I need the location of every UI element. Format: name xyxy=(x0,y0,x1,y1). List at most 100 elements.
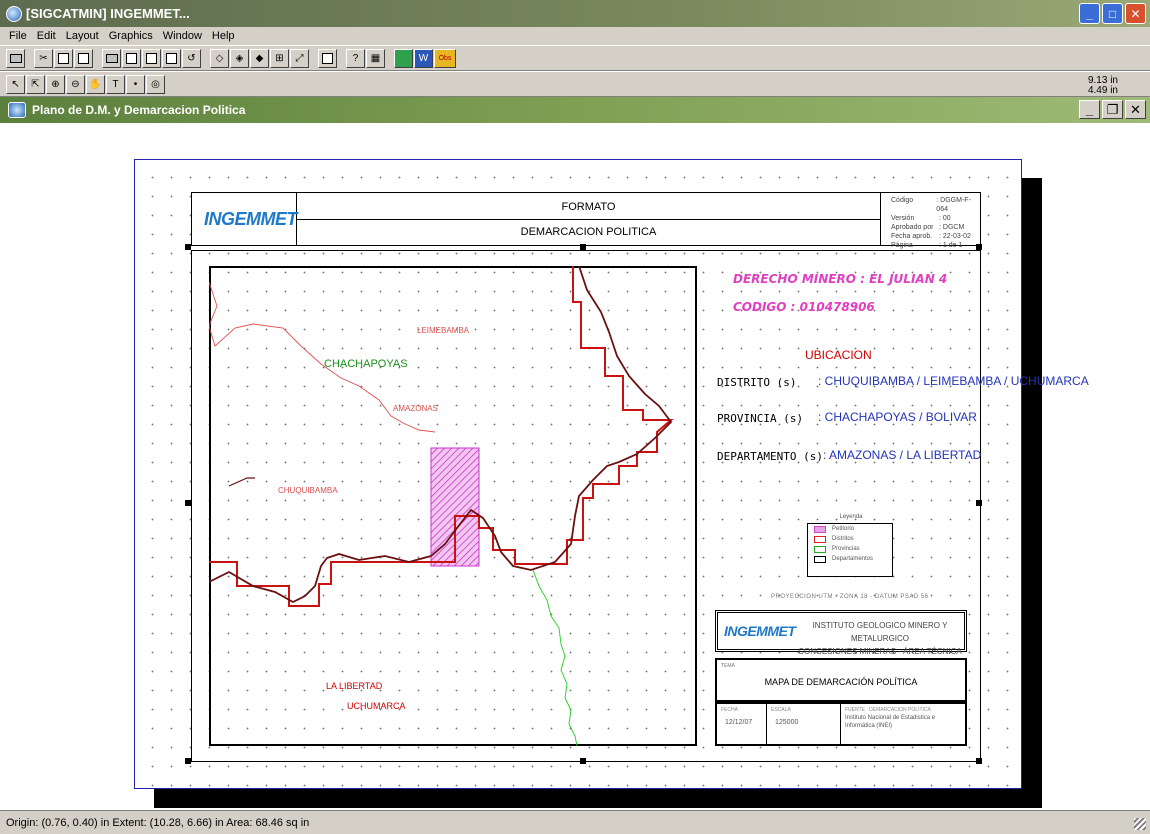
point-tool-icon[interactable]: • xyxy=(126,74,145,94)
fecha-label: FECHA xyxy=(721,707,738,713)
province-boundary-green xyxy=(532,569,578,746)
send-back-icon[interactable] xyxy=(162,48,181,68)
map-title-box[interactable]: TEMA MAPA DE DEMARCACIÓN POLÍTICA xyxy=(715,658,967,702)
selection-handle[interactable] xyxy=(976,244,982,250)
codigo-title: CODIGO : 010478906 xyxy=(733,300,875,314)
bring-front-icon[interactable] xyxy=(142,48,161,68)
polygon-icon[interactable]: ◇ xyxy=(210,48,229,68)
excel-icon[interactable] xyxy=(394,48,413,68)
identify-icon[interactable]: ◎ xyxy=(146,74,165,94)
distrito-label: DISTRITO (s) xyxy=(717,376,797,389)
layout-workspace[interactable]: INGEMMET FORMATO DEMARCACION POLITICA Có… xyxy=(0,123,1150,810)
select-arrow-icon[interactable]: ↖ xyxy=(6,74,25,94)
header-formato: FORMATO xyxy=(561,201,616,213)
word-icon[interactable]: W xyxy=(414,48,433,68)
child-window-title: Plano de D.M. y Demarcacion Politica xyxy=(32,103,246,117)
zoom-out-icon[interactable]: ⊖ xyxy=(66,74,85,94)
close-button[interactable]: ✕ xyxy=(1125,3,1146,24)
legend-item: Petitorio xyxy=(832,526,855,532)
map-window-icon xyxy=(8,102,26,118)
frame-icon[interactable] xyxy=(122,48,141,68)
obs-icon[interactable]: Obs xyxy=(434,48,456,68)
copy-icon[interactable] xyxy=(54,48,73,68)
map-legend[interactable]: Leyenda Petitorio Distritos Provincias D… xyxy=(807,514,893,577)
layout-icon[interactable] xyxy=(102,48,121,68)
polygon-edit-icon[interactable]: ◈ xyxy=(230,48,249,68)
save-icon[interactable] xyxy=(6,48,25,68)
fecha-value: 12/12/07 xyxy=(725,719,753,726)
selection-handle[interactable] xyxy=(580,244,586,250)
place-la-libertad: LA LIBERTAD xyxy=(326,681,383,691)
escala-label: ESCALA xyxy=(771,707,791,713)
menu-bar: File Edit Layout Graphics Window Help xyxy=(0,27,1150,45)
selection-handle[interactable] xyxy=(580,758,586,764)
menu-edit[interactable]: Edit xyxy=(32,30,61,42)
departamento-value: : AMAZONAS / LA LIBERTAD xyxy=(823,448,982,462)
departamento-label: DEPARTAMENTO (s) xyxy=(717,450,823,463)
place-uchumarca: UCHUMARCA xyxy=(347,701,406,711)
vertex-arrow-icon[interactable]: ⇱ xyxy=(26,74,45,94)
pan-hand-icon[interactable]: ✋ xyxy=(86,74,105,94)
menu-window[interactable]: Window xyxy=(158,30,207,42)
legend-item: Distritos xyxy=(832,536,854,542)
institute-box[interactable]: INGEMMET INSTITUTO GEOLOGICO MINERO Y ME… xyxy=(715,610,967,656)
meta-value: : DGGM-F-064 xyxy=(936,197,971,213)
meta-key: Código xyxy=(891,197,914,204)
header-demarcacion: DEMARCACION POLITICA xyxy=(520,226,657,238)
place-chuquibamba: CHUQUIBAMBA xyxy=(278,486,338,495)
map-icon[interactable]: ▦ xyxy=(366,48,385,68)
child-minimize-button[interactable]: _ xyxy=(1079,100,1100,119)
map-canvas[interactable] xyxy=(209,266,697,746)
menu-graphics[interactable]: Graphics xyxy=(104,30,158,42)
minimize-button[interactable]: _ xyxy=(1079,3,1100,24)
meta-value: : DGCM xyxy=(939,224,965,231)
size-grip-icon[interactable] xyxy=(1134,818,1146,830)
selection-handle[interactable] xyxy=(185,244,191,250)
child-close-button[interactable]: ✕ xyxy=(1125,100,1146,119)
child-window-titlebar: Plano de D.M. y Demarcacion Politica _ ❐… xyxy=(0,97,1150,123)
place-chachapoyas: CHACHAPOYAS xyxy=(324,358,408,370)
header-box[interactable]: INGEMMET FORMATO DEMARCACION POLITICA Có… xyxy=(191,192,981,249)
institute-logo: INGEMMET xyxy=(724,623,796,639)
layout-page[interactable]: INGEMMET FORMATO DEMARCACION POLITICA Có… xyxy=(134,159,1089,789)
zoom-in-icon[interactable]: ⊕ xyxy=(46,74,65,94)
maximize-button[interactable]: □ xyxy=(1102,3,1123,24)
menu-file[interactable]: File xyxy=(4,30,32,42)
map-meta-box[interactable]: FECHA 12/12/07 ESCALA 125000 FUENTE : DE… xyxy=(715,702,967,746)
menu-layout[interactable]: Layout xyxy=(61,30,104,42)
grid-icon[interactable]: ⊞ xyxy=(270,48,289,68)
fullextent-icon[interactable]: ⤢ xyxy=(290,48,309,68)
escala-value: 125000 xyxy=(775,719,799,726)
distrito-value: : CHUQUIBAMBA / LEIMEBAMBA / UCHUMARCA xyxy=(818,374,1089,388)
selection-handle[interactable] xyxy=(185,758,191,764)
meta-key: Fecha aprob. xyxy=(891,233,933,240)
ubicacion-heading: UBICACION xyxy=(805,348,872,362)
selection-handle[interactable] xyxy=(976,758,982,764)
cut-icon[interactable]: ✂ xyxy=(34,48,53,68)
status-text: Origin: (0.76, 0.40) in Extent: (10.28, … xyxy=(6,816,310,829)
polygon-select-icon[interactable]: ◆ xyxy=(250,48,269,68)
legend-item: Departamentos xyxy=(832,556,874,562)
window-title: [SIGCATMIN] INGEMMET... xyxy=(26,6,190,21)
text-tool-icon[interactable]: T xyxy=(106,74,125,94)
menu-help[interactable]: Help xyxy=(207,30,240,42)
ingemmet-logo: INGEMMET xyxy=(204,208,298,229)
derecho-minero-title: DERECHO MINERO : EL JULIAN 4 xyxy=(733,272,948,286)
status-bar: Origin: (0.76, 0.40) in Extent: (10.28, … xyxy=(0,810,1150,834)
meta-value: : 1 de 1 xyxy=(939,242,963,249)
legend-item: Provincias xyxy=(832,546,860,552)
selection-handle[interactable] xyxy=(976,500,982,506)
place-amazonas: AMAZONAS xyxy=(393,404,438,413)
rotate-icon[interactable]: ↺ xyxy=(182,48,201,68)
help-pointer-icon[interactable]: ? xyxy=(346,48,365,68)
child-restore-button[interactable]: ❐ xyxy=(1102,100,1123,119)
paste-icon[interactable] xyxy=(74,48,93,68)
header-meta: Código: DGGM-F-064 Versión: 00 Aprobado … xyxy=(880,193,980,249)
selection-handle[interactable] xyxy=(185,500,191,506)
legend-title: Leyenda xyxy=(839,514,863,520)
fuente-label: FUENTE : DEMARCACION POLITICA xyxy=(845,707,931,713)
fuente-value: Instituto Nacional de Estadistica e Info… xyxy=(845,715,936,729)
page-dimensions: 9.13 in 4.49 in xyxy=(1088,76,1118,96)
rectangle-icon[interactable] xyxy=(318,48,337,68)
meta-key: Versión xyxy=(891,215,915,222)
